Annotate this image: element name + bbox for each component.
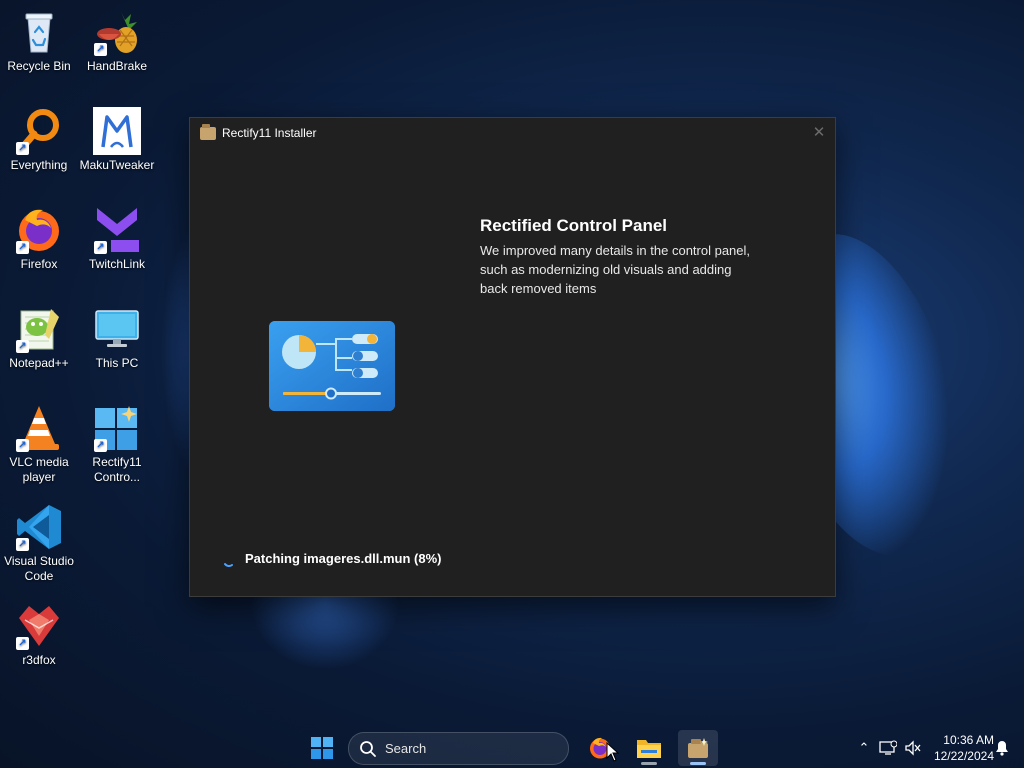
desktop-icon-label: Firefox	[20, 257, 58, 271]
chevron-up-icon: ⌃	[858, 740, 870, 755]
shortcut-arrow-icon: ↗	[16, 538, 29, 551]
desktop-icon-rectify11-control[interactable]: ↗ Rectify11 Contro...	[78, 404, 156, 485]
rectify11-installer-icon	[200, 123, 216, 140]
desktop-icon-handbrake[interactable]: ↗ HandBrake	[78, 8, 156, 74]
desktop-icon-label: VLC media player	[9, 455, 69, 484]
taskbar-search[interactable]: Search	[348, 732, 569, 765]
desktop-icon-twitchlink[interactable]: ↗ TwitchLink	[78, 206, 156, 272]
desktop-icon-label: This PC	[95, 356, 139, 370]
desktop-icon-label: Everything	[10, 158, 68, 172]
search-icon	[360, 740, 376, 757]
desktop-icon-label: Rectify11 Contro...	[92, 455, 142, 484]
desktop-icon-makutweaker[interactable]: MakuTweaker	[78, 107, 156, 173]
windows-logo-icon	[311, 737, 333, 759]
feature-heading: Rectified Control Panel	[480, 216, 668, 235]
desktop-icon-vscode[interactable]: ↗ Visual Studio Code	[0, 503, 78, 584]
loading-spinner-icon	[224, 563, 233, 567]
desktop-icon-label: TwitchLink	[88, 257, 146, 271]
volume-button[interactable]	[903, 728, 923, 768]
taskbar-app-firefox[interactable]	[580, 730, 620, 766]
running-indicator	[641, 762, 657, 765]
network-icon	[879, 740, 897, 755]
clock-date: 12/22/2024	[933, 749, 994, 763]
desktop-icon-this-pc[interactable]: This PC	[78, 305, 156, 371]
desktop-icon-label: HandBrake	[86, 59, 148, 73]
installer-window: Rectify11 Installer ✕ Rectified Control …	[189, 117, 836, 597]
desktop-icon-label: MakuTweaker	[79, 158, 155, 172]
vscode-icon: ↗	[15, 503, 63, 551]
shortcut-arrow-icon: ↗	[16, 241, 29, 254]
rectify11-control-icon: ↗	[93, 404, 141, 452]
window-titlebar[interactable]: Rectify11 Installer	[190, 118, 835, 148]
show-hidden-icons-button[interactable]: ⌃	[856, 728, 872, 768]
shortcut-arrow-icon: ↗	[94, 43, 107, 56]
rectify11-installer-icon	[688, 738, 708, 758]
r3dfox-icon: ↗	[15, 602, 63, 650]
notepad-plus-plus-icon: ↗	[15, 305, 63, 353]
taskbar-clock[interactable]: 10:36 AM 12/22/2024	[922, 732, 994, 764]
search-label: Search	[385, 741, 427, 756]
recycle-bin-icon	[15, 8, 63, 56]
desktop-icon-vlc[interactable]: ↗ VLC media player	[0, 404, 78, 485]
network-status-button[interactable]	[878, 728, 898, 768]
desktop-icon-notepad-plus-plus[interactable]: ↗ Notepad++	[0, 305, 78, 371]
desktop-icon-everything[interactable]: ↗ Everything	[0, 107, 78, 173]
makutweaker-icon	[93, 107, 141, 155]
desktop-icon-label: Notepad++	[9, 356, 69, 370]
desktop-icon-label: Recycle Bin	[7, 59, 71, 73]
close-icon: ✕	[812, 124, 826, 141]
start-button[interactable]	[306, 734, 338, 762]
taskbar: Search ⌃ 10:36 AM 12/22/2024	[0, 728, 1024, 768]
firefox-icon: ↗	[15, 206, 63, 254]
desktop-icon-r3dfox[interactable]: ↗ r3dfox	[0, 602, 78, 668]
desktop-icon-label: r3dfox	[22, 653, 56, 667]
desktop-icon-recycle-bin[interactable]: Recycle Bin	[0, 8, 78, 74]
notifications-button[interactable]	[994, 728, 1010, 768]
this-pc-icon	[93, 305, 141, 353]
clock-time: 10:36 AM	[943, 733, 994, 747]
shortcut-arrow-icon: ↗	[16, 439, 29, 452]
handbrake-icon: ↗	[93, 8, 141, 56]
twitchlink-icon: ↗	[93, 206, 141, 254]
file-explorer-icon	[637, 740, 661, 758]
window-title: Rectify11 Installer	[222, 126, 317, 140]
taskbar-app-file-explorer[interactable]	[629, 730, 669, 766]
everything-search-icon: ↗	[15, 107, 63, 155]
speaker-muted-icon	[905, 740, 921, 756]
vlc-icon: ↗	[15, 404, 63, 452]
feature-description: We improved many details in the control …	[480, 243, 751, 296]
progress-status: Patching imageres.dll.mun (8%)	[245, 551, 442, 566]
shortcut-arrow-icon: ↗	[16, 340, 29, 353]
running-indicator	[690, 762, 706, 765]
taskbar-app-rectify11-installer[interactable]	[678, 730, 718, 766]
shortcut-arrow-icon: ↗	[16, 142, 29, 155]
shortcut-arrow-icon: ↗	[16, 637, 29, 650]
close-button[interactable]: ✕	[811, 125, 827, 141]
mouse-cursor-icon	[606, 742, 620, 762]
shortcut-arrow-icon: ↗	[94, 439, 107, 452]
desktop-icon-firefox[interactable]: ↗ Firefox	[0, 206, 78, 272]
control-panel-illustration-icon	[268, 320, 396, 412]
desktop-icon-label: Visual Studio Code	[4, 554, 74, 583]
bell-icon	[996, 741, 1008, 756]
shortcut-arrow-icon: ↗	[94, 241, 107, 254]
